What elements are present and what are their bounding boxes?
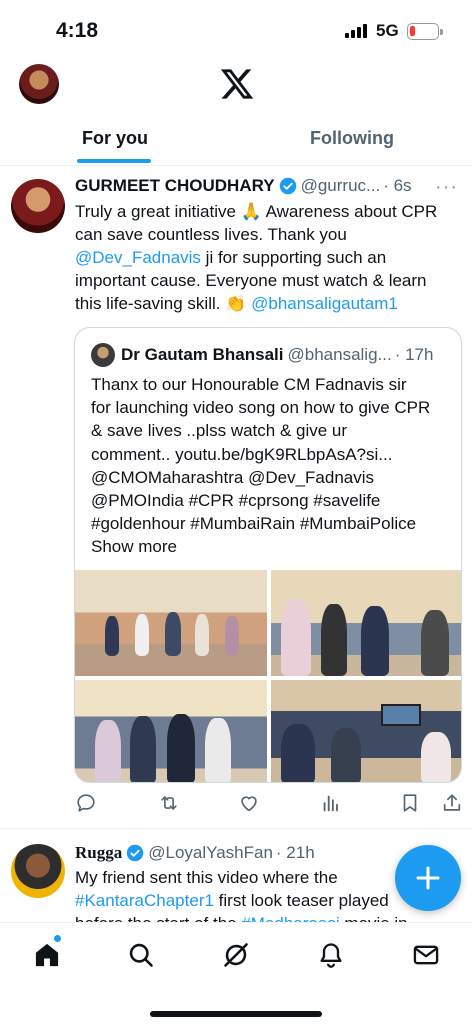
bottom-nav [0,922,472,1024]
quote-author-handle: @bhansalig... [287,345,392,364]
tweet-time: · 21h [275,843,315,862]
photo-grid [75,570,461,782]
hashtag-link[interactable]: #Madharaasi [241,914,339,922]
network-label: 5G [376,21,399,40]
tweet-text-segment: Truly a great initiative 🙏 Awareness abo… [75,202,438,244]
verified-badge-icon [126,844,144,862]
tweet-divider [0,828,472,829]
author-name[interactable]: GURMEET CHOUDHARY [75,176,275,196]
home-icon[interactable] [33,941,61,969]
quote-time: · 17h [394,345,434,364]
grok-icon[interactable] [222,941,250,969]
show-more-link[interactable]: Show more [91,537,177,556]
author-name[interactable]: Rugga [75,843,122,863]
tweet-text: Truly a great initiative 🙏 Awareness abo… [75,200,455,315]
active-tab-indicator [77,159,151,163]
tab-following[interactable]: Following [310,128,394,149]
tweet-author-avatar[interactable] [11,844,65,898]
home-indicator [150,1011,322,1017]
photo-4[interactable] [271,680,461,782]
tweet-text: My friend sent this video where the #Kan… [75,866,420,922]
photo-2[interactable] [271,570,461,676]
x-logo-icon[interactable] [218,66,256,102]
more-options-icon[interactable]: ··· [435,176,458,199]
tweet-text-segment: movie in [340,914,407,922]
views-icon[interactable] [320,792,342,814]
photo-3[interactable] [75,680,267,782]
plus-icon [416,866,440,890]
repost-icon[interactable] [158,792,180,814]
tweet-time: · 6s [383,176,412,195]
search-icon[interactable] [127,941,155,969]
messages-icon[interactable] [412,941,440,969]
feed-tabs: For you Following [0,118,472,166]
quoted-tweet-card[interactable]: Dr Gautam Bhansali @bhansalig... · 17h T… [74,327,462,783]
mention-link[interactable]: @Dev_Fadnavis [75,248,201,267]
quote-text: Thanx to our Honourable CM Fadnavis sir … [91,373,431,559]
quote-author-avatar [91,343,115,367]
quote-header: Dr Gautam Bhansali @bhansalig... · 17h [91,343,433,367]
battery-icon [407,23,443,40]
tab-for-you[interactable]: For you [82,128,148,149]
quote-author-name: Dr Gautam Bhansali [121,345,284,364]
quote-text-content: Thanx to our Honourable CM Fadnavis sir … [91,375,431,534]
tweet-header: Rugga @LoyalYashFan · 21h [75,843,315,863]
tweet-author-avatar[interactable] [11,179,65,233]
reply-icon[interactable] [75,792,97,814]
status-bar: 4:18 5G [0,0,472,62]
profile-avatar[interactable] [19,64,59,104]
like-icon[interactable] [238,792,260,814]
tweet-action-bar [75,792,463,816]
verified-badge-icon [279,177,296,195]
share-icon[interactable] [441,792,463,814]
compose-button[interactable] [395,845,461,911]
bookmark-icon[interactable] [399,792,421,814]
signal-icon [345,24,367,38]
author-handle[interactable]: @LoyalYashFan [148,843,273,863]
status-time: 4:18 [56,19,99,42]
author-handle[interactable]: @gurruc... [301,176,381,196]
tweet-header: GURMEET CHOUDHARY @gurruc... · 6s [75,176,412,196]
mention-link[interactable]: @bhansaligautam1 [251,294,398,313]
hashtag-link[interactable]: #KantaraChapter1 [75,891,214,910]
notifications-icon[interactable] [317,941,345,969]
home-notification-dot [54,935,61,942]
tweet-text-segment: My friend sent this video where the [75,868,338,887]
photo-1[interactable] [75,570,267,676]
